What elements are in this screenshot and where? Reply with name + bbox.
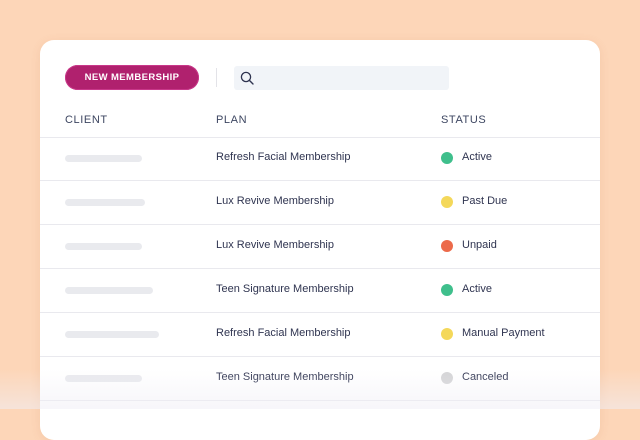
client-name-placeholder	[65, 331, 159, 338]
table-header: CLIENT PLAN STATUS	[40, 106, 600, 138]
status-cell: Unpaid	[462, 239, 497, 251]
status-cell: Canceled	[462, 371, 509, 383]
plan-cell: Refresh Facial Membership	[216, 327, 351, 339]
status-cell: Active	[462, 283, 492, 295]
table-row[interactable]: Lux Revive Membership Unpaid	[40, 225, 600, 269]
status-dot	[441, 196, 453, 208]
new-membership-button[interactable]: NEW MEMBERSHIP	[65, 65, 199, 90]
client-name-placeholder	[65, 199, 145, 206]
column-header-client[interactable]: CLIENT	[65, 114, 108, 126]
client-name-placeholder	[65, 375, 142, 382]
search-box[interactable]	[234, 66, 449, 90]
status-cell: Manual Payment	[462, 327, 545, 339]
client-name-placeholder	[65, 243, 142, 250]
plan-cell: Teen Signature Membership	[216, 371, 354, 383]
column-header-plan[interactable]: PLAN	[216, 114, 247, 126]
status-dot	[441, 152, 453, 164]
status-cell: Past Due	[462, 195, 508, 207]
plan-cell: Lux Revive Membership	[216, 195, 334, 207]
toolbar: NEW MEMBERSHIP	[40, 40, 600, 114]
table-row[interactable]: Refresh Facial Membership Manual Payment	[40, 313, 600, 357]
status-dot	[441, 372, 453, 384]
client-name-placeholder	[65, 155, 142, 162]
memberships-card: NEW MEMBERSHIP CLIENT PLAN STATUS Refres…	[40, 40, 600, 440]
table-row[interactable]: Lux Revive Membership Past Due	[40, 181, 600, 225]
status-dot	[441, 328, 453, 340]
plan-cell: Refresh Facial Membership	[216, 151, 351, 163]
column-header-status[interactable]: STATUS	[441, 114, 486, 126]
plan-cell: Lux Revive Membership	[216, 239, 334, 251]
status-dot	[441, 284, 453, 296]
search-icon	[240, 71, 254, 85]
plan-cell: Teen Signature Membership	[216, 283, 354, 295]
search-input[interactable]	[260, 66, 440, 90]
table-row[interactable]: Refresh Facial Membership Active	[40, 137, 600, 181]
table-row[interactable]: Teen Signature Membership Canceled	[40, 357, 600, 401]
toolbar-divider	[216, 68, 217, 87]
table-row[interactable]: Teen Signature Membership Active	[40, 269, 600, 313]
client-name-placeholder	[65, 287, 153, 294]
status-dot	[441, 240, 453, 252]
table-body: Refresh Facial Membership Active Lux Rev…	[40, 137, 600, 401]
status-cell: Active	[462, 151, 492, 163]
